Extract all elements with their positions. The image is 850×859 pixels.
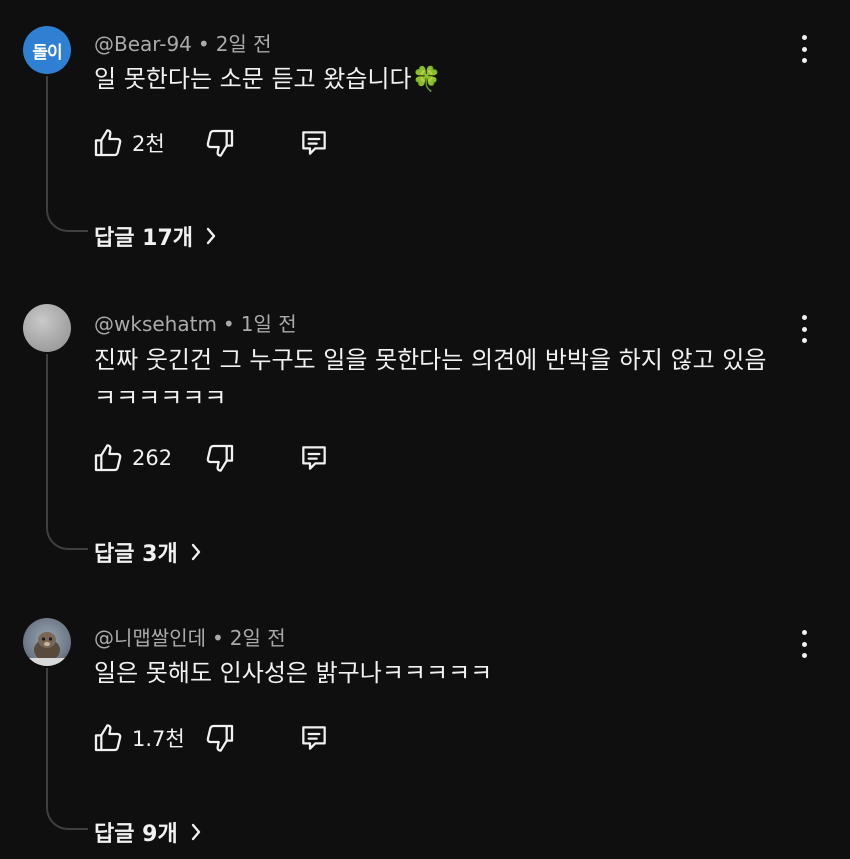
view-replies-button[interactable]: 답글 9개	[94, 816, 202, 848]
username[interactable]: @니맵쌀인데	[94, 626, 206, 650]
avatar[interactable]	[23, 304, 71, 352]
separator-dot: •	[212, 626, 224, 650]
thread-line	[46, 354, 88, 550]
replies-label: 답글 17개	[94, 226, 193, 251]
comment-item: @wksehatm • 1일 전 진짜 웃긴건 그 누구도 일을 못한다는 의견에 …	[0, 280, 850, 580]
like-count: 2천	[132, 132, 165, 156]
replies-label: 답글 9개	[94, 822, 178, 847]
more-vertical-icon[interactable]	[795, 35, 813, 63]
chevron-right-icon	[191, 543, 200, 561]
chevron-right-icon	[206, 227, 216, 245]
avatar[interactable]: 돌이	[23, 26, 71, 74]
username[interactable]: @wksehatm	[94, 312, 217, 336]
thumbs-down-icon[interactable]	[204, 722, 236, 754]
thumbs-up-icon[interactable]	[92, 442, 124, 474]
like-count: 1.7천	[132, 727, 185, 751]
comment-reply-icon[interactable]	[298, 722, 330, 754]
separator-dot: •	[197, 32, 210, 56]
thumbs-up-icon[interactable]	[92, 127, 124, 159]
comment-text: 일 못한다는 소문 듣고 왔습니다🍀	[94, 65, 442, 93]
username[interactable]: @Bear-94	[94, 32, 192, 56]
comment-meta: @Bear-94 • 2일 전	[94, 28, 272, 57]
timestamp[interactable]: 2일 전	[216, 32, 272, 56]
view-replies-button[interactable]: 답글 3개	[94, 536, 202, 568]
comment-meta: @wksehatm • 1일 전	[94, 308, 297, 337]
comment-item: 돌이 @Bear-94 • 2일 전 일 못한다는 소문 듣고 왔습니다🍀 2천 답…	[0, 0, 850, 280]
thumbs-down-icon[interactable]	[204, 127, 236, 159]
timestamp[interactable]: 1일 전	[241, 312, 297, 336]
avatar[interactable]	[23, 618, 71, 666]
comment-actions: 1.7천	[92, 721, 330, 755]
avatar-label: 돌이	[32, 42, 62, 63]
comment-text: 일은 못해도 인사성은 밝구나ㅋㅋㅋㅋㅋ	[94, 659, 493, 687]
comment-actions: 2천	[92, 126, 330, 160]
thumbs-down-icon[interactable]	[204, 442, 236, 474]
replies-label: 답글 3개	[94, 542, 178, 567]
separator-dot: •	[222, 312, 235, 336]
thread-line	[46, 668, 88, 830]
view-replies-button[interactable]: 답글 17개	[94, 220, 217, 252]
comment-reply-icon[interactable]	[298, 442, 330, 474]
timestamp[interactable]: 2일 전	[230, 626, 286, 650]
comment-actions: 262	[92, 441, 330, 475]
more-vertical-icon[interactable]	[795, 315, 813, 343]
comment-text: 진짜 웃긴건 그 누구도 일을 못한다는 의견에 반박을 하지 않고 있음ㅋㅋㅋ…	[94, 346, 767, 412]
avatar-photo-icon	[23, 632, 71, 666]
comment-meta: @니맵쌀인데 • 2일 전	[94, 622, 286, 651]
comment-reply-icon[interactable]	[298, 127, 330, 159]
like-count: 262	[132, 446, 173, 470]
chevron-right-icon	[191, 823, 200, 841]
thread-line	[46, 76, 88, 232]
comment-item: @니맵쌀인데 • 2일 전 일은 못해도 인사성은 밝구나ㅋㅋㅋㅋㅋ 1.7천 답글…	[0, 596, 850, 859]
more-vertical-icon[interactable]	[795, 630, 813, 658]
thumbs-up-icon[interactable]	[92, 722, 124, 754]
